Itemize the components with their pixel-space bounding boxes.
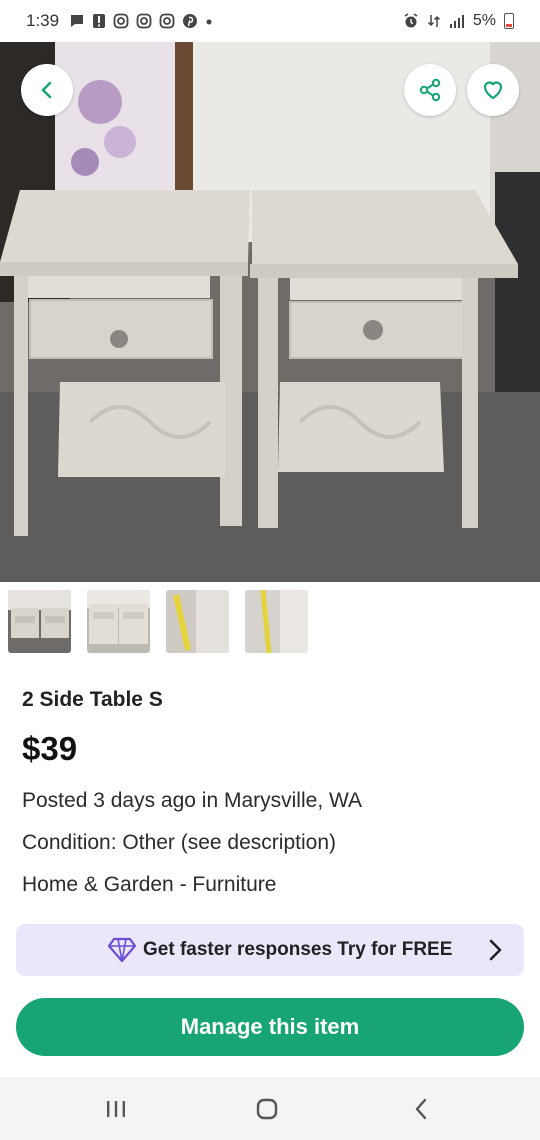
condition-info: Condition: Other (see description) bbox=[22, 831, 336, 854]
chat-icon bbox=[71, 15, 84, 27]
thumbnail-1[interactable] bbox=[8, 590, 71, 653]
heart-icon bbox=[483, 81, 503, 100]
back-button[interactable] bbox=[21, 64, 73, 116]
recent-apps-icon[interactable] bbox=[104, 1097, 128, 1121]
notification-icons bbox=[69, 13, 213, 29]
manage-item-button[interactable]: Manage this item bbox=[16, 998, 524, 1056]
share-icon bbox=[419, 78, 441, 102]
status-time: 1:39 bbox=[26, 11, 60, 30]
thumbnail-3[interactable] bbox=[166, 590, 229, 653]
system-nav-bar bbox=[0, 1077, 540, 1140]
chevron-right-icon bbox=[489, 939, 502, 961]
listing-photo[interactable] bbox=[0, 42, 540, 582]
battery-icon bbox=[504, 13, 514, 29]
chevron-left-icon bbox=[41, 81, 52, 99]
thumbnail-strip bbox=[8, 590, 308, 653]
status-bar: 1:39 5% bbox=[0, 0, 540, 42]
signal-icon bbox=[449, 15, 464, 28]
thumbnail-4[interactable] bbox=[245, 590, 308, 653]
instagram-icon bbox=[136, 13, 152, 29]
data-icon bbox=[427, 15, 440, 27]
posted-info: Posted 3 days ago in Marysville, WA bbox=[22, 789, 363, 812]
listing-price: $39 bbox=[22, 730, 78, 767]
promo-text: Get faster responses Try for FREE bbox=[143, 939, 453, 960]
dot-icon bbox=[206, 19, 212, 25]
listing-title: 2 Side Table S bbox=[22, 688, 163, 711]
category-info: Home & Garden - Furniture bbox=[22, 873, 277, 896]
diamond-icon bbox=[108, 937, 136, 963]
system-status: 5% bbox=[403, 12, 514, 30]
battery-percent: 5% bbox=[472, 12, 496, 29]
instagram-icon bbox=[113, 13, 129, 29]
pinterest-icon bbox=[183, 14, 198, 28]
home-icon[interactable] bbox=[255, 1097, 279, 1121]
thumbnail-2[interactable] bbox=[87, 590, 150, 653]
alert-icon bbox=[93, 14, 106, 28]
share-button[interactable] bbox=[404, 64, 456, 116]
alarm-icon bbox=[404, 13, 418, 28]
promo-banner[interactable]: Get faster responses Try for FREE bbox=[16, 924, 524, 976]
instagram-icon bbox=[159, 13, 175, 29]
listing-photo-illustration bbox=[0, 42, 540, 582]
nav-back-icon[interactable] bbox=[410, 1097, 434, 1121]
favorite-button[interactable] bbox=[467, 64, 519, 116]
